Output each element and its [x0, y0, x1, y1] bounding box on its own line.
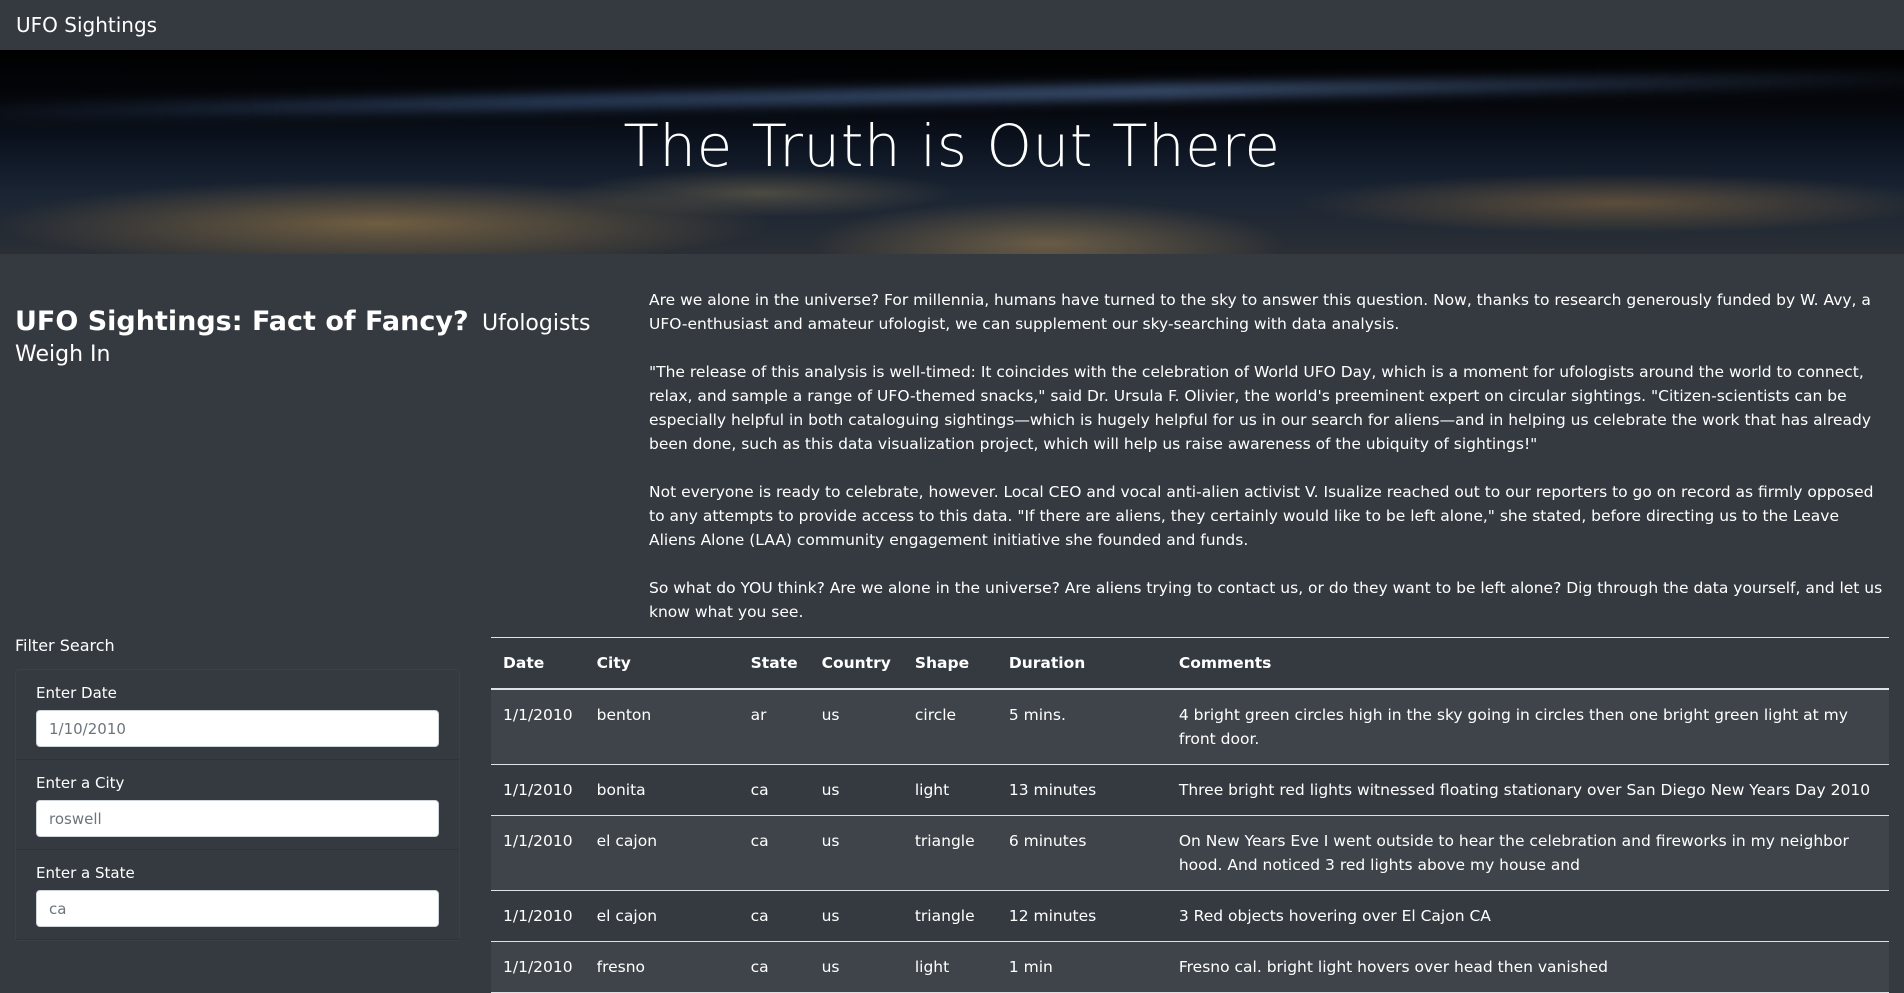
column-header-state: State — [738, 637, 810, 690]
state-input[interactable] — [36, 890, 439, 927]
cell-state: ca — [738, 941, 810, 993]
cell-comments: 3 Red objects hovering over El Cajon CA — [1166, 890, 1889, 942]
city-input[interactable] — [36, 800, 439, 837]
cell-duration: 12 minutes — [996, 890, 1167, 942]
cell-date: 1/1/2010 — [491, 890, 585, 942]
cell-comments: On New Years Eve I went outside to hear … — [1166, 815, 1889, 891]
cell-date: 1/1/2010 — [491, 764, 585, 816]
table-header-row: Date City State Country Shape Duration C… — [491, 637, 1889, 690]
filter-item-city: Enter a City — [16, 760, 459, 850]
cell-country: us — [809, 941, 903, 993]
cell-city: el cajon — [584, 815, 739, 891]
hero-banner: The Truth is Out There — [0, 50, 1904, 254]
filter-search-title: Filter Search — [15, 636, 115, 655]
cell-shape: light — [902, 764, 997, 816]
cell-shape: triangle — [902, 815, 997, 891]
cell-duration: 13 minutes — [996, 764, 1167, 816]
article-paragraph: Are we alone in the universe? For millen… — [649, 291, 1871, 333]
filter-list: Enter Date Enter a City Enter a State — [15, 669, 460, 941]
filter-search-panel: Filter Search Enter Date Enter a City En… — [15, 636, 460, 941]
intro-section: UFO Sightings: Fact of Fancy? Ufologists… — [0, 254, 1904, 629]
navbar: UFO Sightings — [0, 0, 1904, 50]
city-label: Enter a City — [36, 774, 125, 792]
cell-duration: 6 minutes — [996, 815, 1167, 891]
column-header-country: Country — [809, 637, 903, 690]
table-row: 1/1/2010 el cajon ca us triangle 12 minu… — [491, 890, 1889, 942]
cell-date: 1/1/2010 — [491, 941, 585, 993]
table-row: 1/1/2010 el cajon ca us triangle 6 minut… — [491, 815, 1889, 891]
column-header-comments: Comments — [1166, 637, 1889, 690]
state-label: Enter a State — [36, 864, 135, 882]
cell-shape: triangle — [902, 890, 997, 942]
article-paragraph: So what do YOU think? Are we alone in th… — [649, 579, 1883, 621]
cell-shape: light — [902, 941, 997, 993]
cell-city: el cajon — [584, 890, 739, 942]
date-input[interactable] — [36, 710, 439, 747]
article-body: Are we alone in the universe? For millen… — [649, 288, 1889, 648]
filter-item-state: Enter a State — [16, 850, 459, 940]
cell-comments: 4 bright green circles high in the sky g… — [1166, 689, 1889, 765]
navbar-brand-link[interactable]: UFO Sightings — [16, 13, 157, 37]
headline-text: UFO Sightings: Fact of Fancy? — [15, 306, 469, 338]
cell-country: us — [809, 890, 903, 942]
cell-comments: Fresno cal. bright light hovers over hea… — [1166, 941, 1889, 993]
cell-duration: 1 min — [996, 941, 1167, 993]
cell-state: ca — [738, 815, 810, 891]
cell-city: benton — [584, 689, 739, 765]
hero-title: The Truth is Out There — [623, 112, 1281, 180]
column-header-shape: Shape — [902, 637, 997, 690]
table-row: 1/1/2010 bonita ca us light 13 minutes T… — [491, 764, 1889, 816]
cell-shape: circle — [902, 689, 997, 765]
cell-city: bonita — [584, 764, 739, 816]
table-row: 1/1/2010 fresno ca us light 1 min Fresno… — [491, 941, 1889, 993]
cell-duration: 5 mins. — [996, 689, 1167, 765]
cell-country: us — [809, 815, 903, 891]
sightings-table: Date City State Country Shape Duration C… — [491, 637, 1889, 993]
table-row: 1/1/2010 benton ar us circle 5 mins. 4 b… — [491, 689, 1889, 765]
column-header-date: Date — [491, 637, 585, 690]
column-header-duration: Duration — [996, 637, 1167, 690]
column-header-city: City — [584, 637, 739, 690]
article-paragraph: Not everyone is ready to celebrate, howe… — [649, 483, 1874, 549]
cell-comments: Three bright red lights witnessed floati… — [1166, 764, 1889, 816]
cell-country: us — [809, 764, 903, 816]
article-headline: UFO Sightings: Fact of Fancy? Ufologists… — [15, 306, 615, 368]
sightings-table-wrapper: Date City State Country Shape Duration C… — [491, 637, 1889, 993]
cell-state: ar — [738, 689, 810, 765]
cell-city: fresno — [584, 941, 739, 993]
article-paragraph: "The release of this analysis is well-ti… — [649, 363, 1872, 453]
cell-state: ca — [738, 890, 810, 942]
cell-date: 1/1/2010 — [491, 689, 585, 765]
date-label: Enter Date — [36, 684, 117, 702]
filter-item-date: Enter Date — [16, 670, 459, 760]
cell-date: 1/1/2010 — [491, 815, 585, 891]
cell-state: ca — [738, 764, 810, 816]
cell-country: us — [809, 689, 903, 765]
